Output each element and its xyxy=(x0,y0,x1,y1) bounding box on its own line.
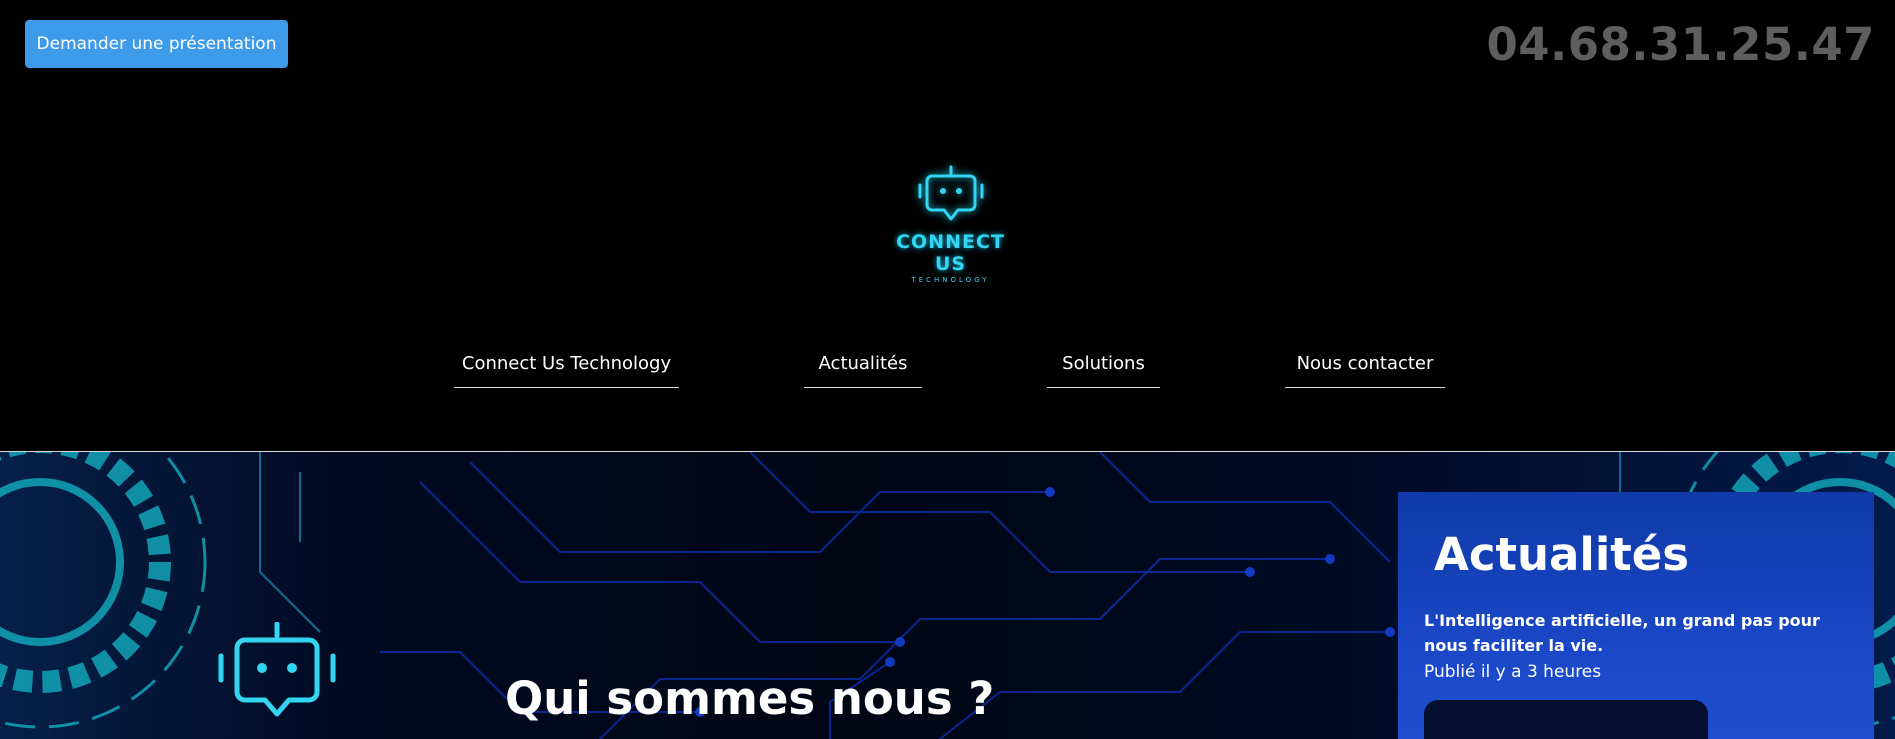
robot-chat-icon xyxy=(218,622,336,717)
request-demo-button[interactable]: Demander une présentation xyxy=(25,20,288,68)
robot-chat-icon xyxy=(918,165,983,221)
nav-item-actualites[interactable]: Actualités xyxy=(804,340,922,388)
news-panel: Actualités L'Intelligence artificielle, … xyxy=(1398,492,1874,739)
main-nav: Connect Us Technology Actualités Solutio… xyxy=(0,340,1895,388)
nav-item-connect-us-technology[interactable]: Connect Us Technology xyxy=(454,340,679,388)
news-card[interactable] xyxy=(1424,700,1708,739)
news-published-time: Publié il y a 3 heures xyxy=(1424,662,1602,682)
hero-title: Qui sommes nous ? xyxy=(505,672,995,725)
logo-name: CONNECT US xyxy=(896,231,1005,275)
nav-item-nous-contacter[interactable]: Nous contacter xyxy=(1285,340,1445,388)
news-title: Actualités xyxy=(1434,528,1690,581)
logo-subtitle: TECHNOLOGY xyxy=(911,276,990,284)
site-header: Demander une présentation 04.68.31.25.47… xyxy=(0,0,1895,452)
phone-number[interactable]: 04.68.31.25.47 xyxy=(1487,18,1876,71)
nav-item-solutions[interactable]: Solutions xyxy=(1047,340,1160,388)
site-logo[interactable]: CONNECT US TECHNOLOGY xyxy=(878,165,1023,284)
news-headline-link[interactable]: L'Intelligence artificielle, un grand pa… xyxy=(1424,608,1854,658)
